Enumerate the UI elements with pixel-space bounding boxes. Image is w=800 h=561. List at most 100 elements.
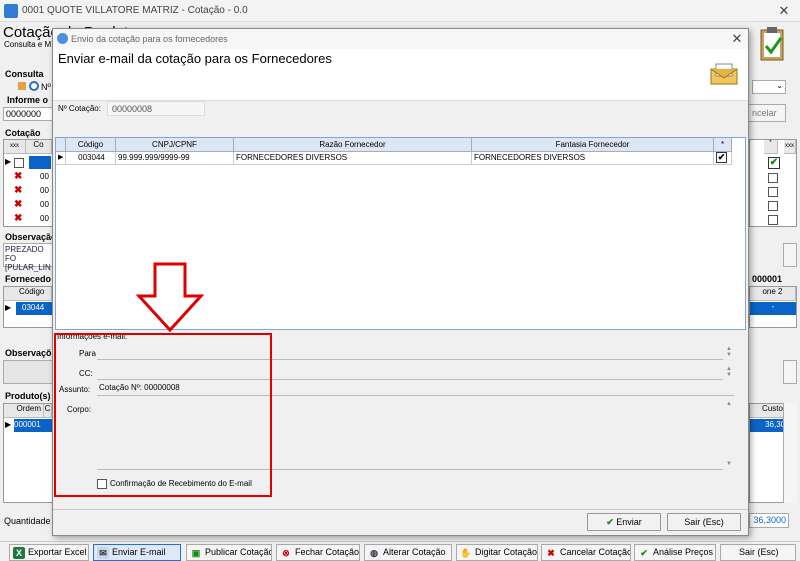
- cell-fantasia[interactable]: FORNECEDORES DIVERSOS: [472, 152, 714, 165]
- row-checkbox[interactable]: [768, 215, 778, 225]
- informe-label: Informe o: [7, 95, 49, 105]
- grid-header-star: *: [764, 140, 778, 154]
- row-checkbox[interactable]: [14, 158, 24, 168]
- cotacao-grid-right[interactable]: * xxx ✔: [749, 139, 797, 227]
- red-highlight-box: [54, 333, 272, 497]
- produtos-scrollbar[interactable]: [783, 403, 797, 503]
- grid-header-marker: xxx: [4, 140, 26, 154]
- dialog-window-title: Envio da cotação para os fornecedores: [71, 34, 228, 44]
- cancelar-button[interactable]: ncelar: [748, 104, 786, 122]
- clipboard-check-icon[interactable]: [758, 26, 786, 62]
- enviar-label: Enviar E-mail: [112, 547, 166, 557]
- edit-icon: ◍: [370, 548, 378, 558]
- header-razao: Razão Fornecedor: [234, 138, 472, 152]
- observacao2-box[interactable]: [3, 360, 53, 384]
- observacao-line-2: [PULAR_LIN: [5, 263, 51, 272]
- sair-dialog-button[interactable]: Sair (Esc): [667, 513, 741, 531]
- digitar-cotacao-button[interactable]: ✋ Digitar Cotação: [456, 544, 538, 561]
- dialog-heading: Enviar e-mail da cotação para os Fornece…: [58, 51, 332, 66]
- produtos-grid[interactable]: Ordem C ▶ 000001: [3, 403, 53, 503]
- cc-scroll-arrows[interactable]: ▲ ▼: [725, 366, 733, 378]
- analise-precos-button[interactable]: ✔ Análise Preços: [634, 544, 716, 561]
- dialog-app-icon: [57, 33, 68, 44]
- row-selected-cell[interactable]: [29, 156, 51, 169]
- row-checkbox[interactable]: [768, 187, 778, 197]
- forn-row-code[interactable]: 03044: [16, 302, 52, 315]
- x-status-icon: ✖: [14, 199, 23, 210]
- hand-icon: ✋: [460, 548, 472, 558]
- selected-checkbox[interactable]: ✔: [716, 152, 727, 163]
- cotacao-number-field[interactable]: 00000008: [107, 101, 205, 116]
- check-icon: ✔: [606, 517, 614, 527]
- enviar-button[interactable]: ✔ Enviar: [587, 513, 661, 531]
- bottom-toolbar: X Exportar Excel ✉ Enviar E-mail ▣ Publicar…: [0, 541, 800, 561]
- observacao-text[interactable]: PREZADO FO [PULAR_LIN: [3, 243, 53, 272]
- quantidade-label: Quantidade: [4, 516, 51, 526]
- sair-main-button[interactable]: Sair (Esc): [720, 544, 796, 561]
- exportar-excel-button[interactable]: X Exportar Excel: [9, 544, 89, 561]
- combo-dropdown[interactable]: ⌄: [752, 80, 786, 94]
- fornecedor-label: Fornecedo: [5, 274, 52, 284]
- cell-selected[interactable]: ✔: [714, 152, 732, 165]
- cotacao-grid[interactable]: xxx Co ▶ ✖ 00 ✖ 00 ✖ 00 ✖ 00: [3, 139, 53, 227]
- forn-header-right: one 2: [750, 287, 796, 301]
- observacao-scrollbar[interactable]: [783, 243, 797, 267]
- sair-dialog-label: Sair (Esc): [684, 517, 724, 527]
- enviar-email-button[interactable]: ✉ Enviar E-mail: [93, 544, 181, 561]
- cancelar-cotacao-button[interactable]: ✖ Cancelar Cotação: [541, 544, 631, 561]
- dialog-close-icon[interactable]: ✕: [727, 30, 747, 48]
- row-pointer-icon: ▶: [56, 152, 66, 165]
- grid-row-3: 00: [40, 200, 49, 209]
- page-subtitle: Consulta e M: [4, 40, 52, 49]
- checked-checkbox[interactable]: ✔: [768, 157, 780, 169]
- row-pointer-icon: ▶: [5, 420, 12, 429]
- dialog-title-bar: Envio da cotação para os fornecedores ✕: [53, 29, 748, 49]
- quantidade-value: 36,3000: [749, 513, 789, 528]
- x-status-icon: ✖: [14, 171, 23, 182]
- fornecedor-grid-right[interactable]: one 2 -: [749, 286, 797, 328]
- main-window-title: 0001 QUOTE VILLATORE MATRIZ - Cotação - …: [22, 5, 248, 16]
- mail-envelope-icon: [710, 63, 738, 85]
- publicar-cotacao-button[interactable]: ▣ Publicar Cotação: [186, 544, 272, 561]
- digitar-label: Digitar Cotação: [475, 547, 538, 557]
- fornecedor-grid[interactable]: Código ▶ 03044: [3, 286, 53, 328]
- x-icon: ✖: [547, 548, 555, 558]
- produtos-label: Produto(s): [5, 391, 51, 401]
- radio-numero[interactable]: [29, 81, 39, 91]
- red-arrow-annotation: [135, 262, 205, 333]
- analise-label: Análise Preços: [653, 547, 714, 557]
- dialog-header: Enviar e-mail da cotação para os Fornece…: [53, 49, 748, 101]
- prod-header-ordem: Ordem: [4, 404, 44, 418]
- grid-row-4: 00: [40, 214, 49, 223]
- row-pointer-icon: ▶: [5, 157, 12, 166]
- cell-codigo[interactable]: 003044: [66, 152, 116, 165]
- row-checkbox[interactable]: [768, 201, 778, 211]
- filter-icon: [18, 82, 26, 90]
- fechar-cotacao-button[interactable]: ⊗ Fechar Cotação: [276, 544, 360, 561]
- cell-razao[interactable]: FORNECEDORES DIVERSOS: [234, 152, 472, 165]
- prod-row-ordem[interactable]: 000001: [14, 419, 52, 432]
- alterar-cotacao-button[interactable]: ◍ Alterar Cotação: [364, 544, 452, 561]
- informe-input[interactable]: 0000000: [3, 107, 53, 121]
- forn-row-right[interactable]: -: [750, 302, 796, 315]
- row-checkbox[interactable]: [768, 173, 778, 183]
- dialog-separator: [53, 509, 748, 510]
- publicar-label: Publicar Cotação: [205, 547, 272, 557]
- header-fantasia: Fantasia Fornecedor: [472, 138, 714, 152]
- x-status-icon: ✖: [14, 185, 23, 196]
- close-icon[interactable]: ✕: [770, 2, 798, 20]
- para-scroll-arrows[interactable]: ▲ ▼: [725, 346, 733, 358]
- close-circle-icon: ⊗: [282, 548, 290, 558]
- corpo-scroll-down[interactable]: ▼: [725, 461, 733, 467]
- observacao2-scrollbar[interactable]: [783, 360, 797, 384]
- grid-row-2: 00: [40, 186, 49, 195]
- grid-header-co: Co: [26, 140, 52, 154]
- check-icon: ✔: [640, 548, 648, 558]
- grid-header-marker: xxx: [784, 140, 796, 154]
- grid-row-1: 00: [40, 172, 49, 181]
- consulta-label: Consulta: [5, 69, 44, 79]
- cell-cnpj[interactable]: 99.999.999/9999-99: [116, 152, 234, 165]
- observacao-label: Observação: [5, 232, 57, 242]
- grid-indicator-header: [56, 138, 66, 152]
- fechar-label: Fechar Cotação: [295, 547, 360, 557]
